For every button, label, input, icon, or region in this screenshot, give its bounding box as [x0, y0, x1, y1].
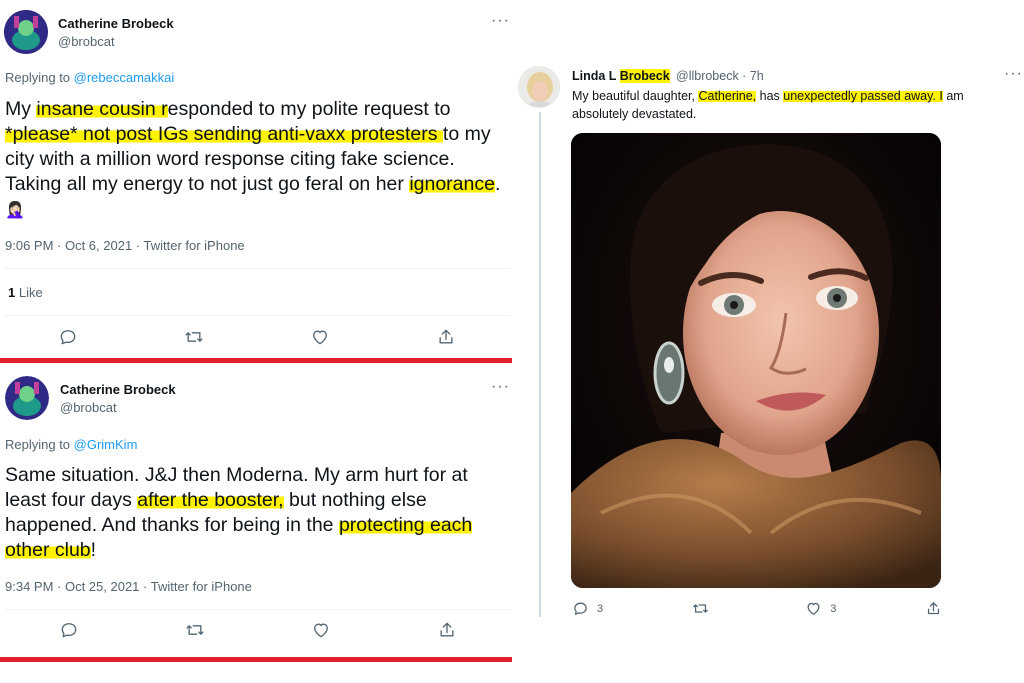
author-name[interactable]: Catherine Brobeck [60, 382, 176, 397]
highlighted-text: ignorance [409, 173, 495, 195]
like-icon[interactable] [310, 327, 330, 347]
avatar-catherine[interactable] [4, 10, 48, 54]
divider [5, 268, 510, 269]
action-bar [59, 620, 457, 640]
reply-icon[interactable] [59, 620, 79, 640]
text-segment: ! [90, 539, 97, 561]
highlighted-text: insane cousin r [36, 98, 168, 120]
replying-to: Replying to @GrimKim [5, 437, 137, 452]
likes-label: Like [15, 285, 43, 300]
tweet-timestamp[interactable]: 9:06 PM · Oct 6, 2021 · Twitter for iPho… [5, 238, 245, 253]
avatar-linda[interactable] [518, 66, 560, 108]
author-name[interactable]: Catherine Brobeck [58, 16, 174, 31]
thread-line [539, 112, 541, 617]
replying-to-link[interactable]: @rebeccamakkai [74, 70, 175, 85]
tweet-text: Same situation. J&J then Moderna. My arm… [5, 463, 510, 563]
more-icon[interactable]: ··· [1004, 65, 1023, 83]
reply-count: 3 [597, 602, 604, 615]
like-icon[interactable]: 3 [805, 600, 836, 617]
share-icon[interactable] [925, 600, 950, 617]
action-bar: 3 3 [572, 600, 950, 617]
author-handle-time[interactable]: @llbrobeck · 7h [676, 69, 764, 83]
like-count: 3 [830, 602, 837, 615]
tweet-text: My insane cousin responded to my polite … [5, 97, 510, 223]
author-name-first: Linda L [572, 69, 620, 83]
share-icon[interactable] [436, 327, 456, 347]
author-handle[interactable]: @brobcat [58, 34, 115, 49]
divider [5, 315, 510, 316]
tweet-timestamp[interactable]: 9:34 PM · Oct 25, 2021 · Twitter for iPh… [5, 579, 252, 594]
more-icon[interactable]: ··· [491, 12, 510, 30]
red-divider [0, 358, 512, 363]
retweet-icon[interactable] [692, 600, 717, 617]
retweet-icon[interactable] [184, 327, 204, 347]
divider [5, 609, 510, 610]
text-segment: My beautiful daughter, [572, 89, 699, 103]
text-segment: has [756, 89, 784, 103]
reply-icon[interactable]: 3 [572, 600, 603, 617]
highlighted-text: Catherine, [698, 89, 757, 103]
more-icon[interactable]: ··· [491, 378, 510, 396]
retweet-icon[interactable] [185, 620, 205, 640]
red-divider [0, 657, 512, 662]
text-segment: esponded to my polite request to [167, 98, 451, 120]
action-bar [58, 327, 456, 347]
tweet-text: My beautiful daughter, Catherine, has un… [572, 87, 1012, 123]
portrait-image [571, 133, 941, 588]
highlighted-text: *please* not post IGs sending anti-vaxx … [5, 123, 443, 145]
tweet-photo[interactable] [571, 133, 941, 588]
facepalm-emoji: 🤦🏻‍♀️ [5, 202, 25, 219]
text-segment: My [5, 98, 37, 120]
replying-prefix: Replying to [5, 70, 74, 85]
text-segment: . [494, 173, 501, 195]
avatar-catherine[interactable] [5, 376, 49, 420]
share-icon[interactable] [437, 620, 457, 640]
author-handle[interactable]: @brobcat [60, 400, 117, 415]
replying-to: Replying to @rebeccamakkai [5, 70, 174, 85]
author-name-highlighted: Brobeck [619, 69, 670, 83]
author-name[interactable]: Linda L Brobeck [572, 69, 670, 83]
likes-count[interactable]: 1 Like [8, 285, 43, 300]
highlighted-text: after the booster, [137, 489, 284, 511]
replying-to-link[interactable]: @GrimKim [74, 437, 138, 452]
replying-prefix: Replying to [5, 437, 74, 452]
highlighted-text: unexpectedly passed away. I [783, 89, 943, 103]
like-icon[interactable] [311, 620, 331, 640]
reply-icon[interactable] [58, 327, 78, 347]
